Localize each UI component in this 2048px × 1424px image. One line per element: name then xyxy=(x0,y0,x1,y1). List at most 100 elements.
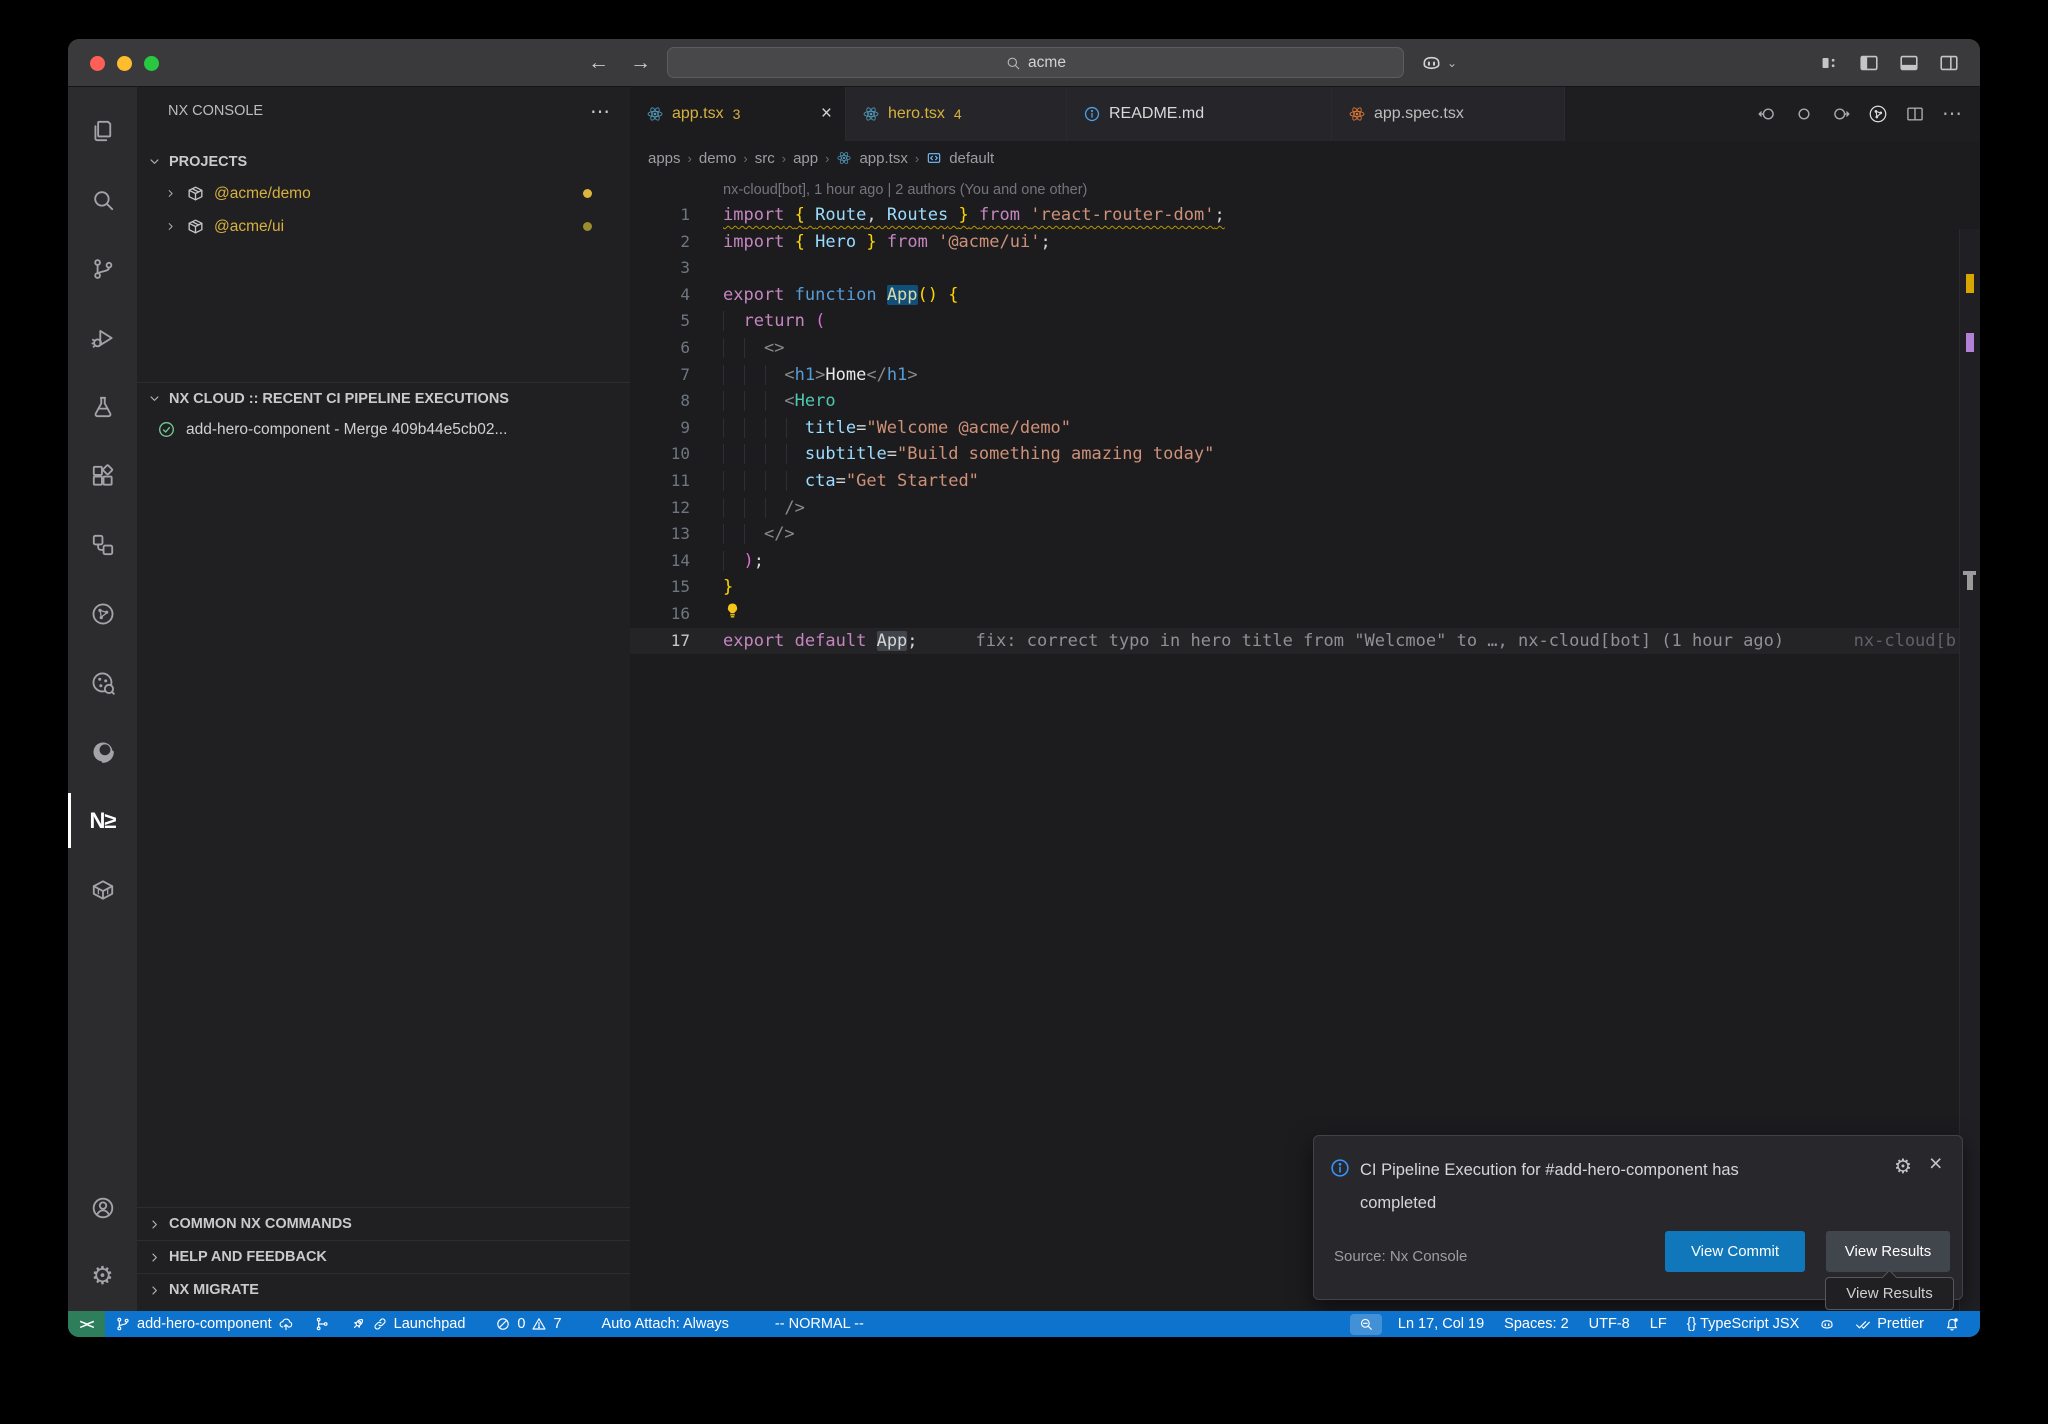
copilot-menu[interactable]: ⌄ xyxy=(1420,39,1457,86)
code-line-text: ); xyxy=(723,548,764,575)
project-item[interactable]: @acme/demo xyxy=(137,177,630,210)
code-line: 17export default App;fix: correct typo i… xyxy=(630,628,1980,655)
view-results-button[interactable]: View Results xyxy=(1826,1231,1950,1272)
nx-cloud-section-header[interactable]: NX CLOUD :: RECENT CI PIPELINE EXECUTION… xyxy=(137,383,630,414)
view-commit-button[interactable]: View Commit xyxy=(1665,1231,1805,1272)
launchpad-status[interactable]: Launchpad xyxy=(340,1311,476,1337)
code-line-text: cta="Get Started" xyxy=(723,468,979,495)
more-actions-icon[interactable]: ⋯ xyxy=(1942,104,1962,124)
problems-status[interactable]: 07 xyxy=(485,1311,571,1337)
nav-back-icon[interactable] xyxy=(1757,104,1777,124)
nav-circle-icon[interactable] xyxy=(1794,104,1814,124)
toggle-secondary-sidebar-icon[interactable] xyxy=(1938,52,1960,74)
command-center-search[interactable]: acme xyxy=(667,47,1404,78)
sidebar-section-nx-migrate[interactable]: NX MIGRATE xyxy=(137,1273,630,1306)
cursor-mark-stem xyxy=(1967,575,1973,590)
status-text: -- NORMAL -- xyxy=(775,1316,864,1332)
modified-dot xyxy=(583,222,592,231)
activity-item-nx-console[interactable]: N≥ xyxy=(68,786,137,855)
line-number: 1 xyxy=(630,202,690,229)
activity-item-edge-browser[interactable] xyxy=(68,717,137,786)
nav-forward-icon[interactable] xyxy=(1831,104,1851,124)
section-label: COMMON NX COMMANDS xyxy=(169,1216,352,1232)
activity-item-search[interactable] xyxy=(68,165,137,234)
activity-item-settings[interactable]: ⚙ xyxy=(68,1242,137,1311)
zoom-window-button[interactable] xyxy=(144,56,159,71)
activity-item-accounts[interactable] xyxy=(68,1173,137,1242)
language-mode-status[interactable]: {} TypeScript JSX xyxy=(1677,1311,1810,1337)
notification-close-icon[interactable]: × xyxy=(1929,1150,1942,1177)
toggle-panel-icon[interactable] xyxy=(1898,52,1920,74)
git-graph-status[interactable] xyxy=(304,1311,340,1337)
close-icon[interactable]: × xyxy=(818,103,835,125)
more-actions-icon[interactable]: ⋯ xyxy=(590,99,610,124)
project-references-icon xyxy=(90,532,116,558)
minimize-window-button[interactable] xyxy=(117,56,132,71)
toggle-primary-sidebar-icon[interactable] xyxy=(1858,52,1880,74)
vim-mode-status[interactable]: -- NORMAL -- xyxy=(765,1311,874,1337)
chevron-right-icon xyxy=(147,1217,162,1232)
breadcrumb-symbol[interactable]: default xyxy=(949,150,994,167)
tab-readme-md[interactable]: README.md xyxy=(1067,87,1332,141)
auto-attach-status[interactable]: Auto Attach: Always xyxy=(592,1311,739,1337)
activity-item-run-and-debug[interactable] xyxy=(68,303,137,372)
notification-toast: CI Pipeline Execution for #add-hero-comp… xyxy=(1313,1135,1963,1300)
sidebar-section-common-nx-commands[interactable]: COMMON NX COMMANDS xyxy=(137,1207,630,1240)
blame-header: nx-cloud[bot], 1 hour ago | 2 authors (Y… xyxy=(723,179,1980,202)
lightbulb-icon xyxy=(723,601,742,620)
info-icon xyxy=(1083,105,1101,123)
split-editor-icon[interactable] xyxy=(1905,104,1925,124)
activity-item-explorer[interactable] xyxy=(68,96,137,165)
history-forward-icon[interactable]: → xyxy=(630,39,651,86)
dblcheck-icon xyxy=(1855,1316,1871,1332)
sidebar-section-help-and-feedback[interactable]: HELP AND FEEDBACK xyxy=(137,1240,630,1273)
bell-icon xyxy=(1944,1316,1960,1332)
sidebar-title: NX CONSOLE xyxy=(168,103,263,119)
activity-item-testing[interactable] xyxy=(68,372,137,441)
project-label: @acme/ui xyxy=(214,218,284,236)
pipeline-execution-item[interactable]: add-hero-component - Merge 409b44e5cb02.… xyxy=(137,414,630,445)
copilot-status[interactable] xyxy=(1809,1311,1845,1337)
zoom-level-status[interactable] xyxy=(1350,1314,1382,1335)
code-line-text: /> xyxy=(723,495,805,522)
tab-app-spec-tsx[interactable]: app.spec.tsx xyxy=(1332,87,1565,141)
prettier-status[interactable]: Prettier xyxy=(1845,1311,1934,1337)
breadcrumb-item[interactable]: apps xyxy=(648,150,681,167)
project-item[interactable]: @acme/ui xyxy=(137,210,630,243)
line-number: 4 xyxy=(630,282,690,309)
warning-mark xyxy=(1966,274,1974,293)
encoding-status[interactable]: UTF-8 xyxy=(1579,1311,1640,1337)
eol-status[interactable]: LF xyxy=(1640,1311,1677,1337)
tab-app-tsx[interactable]: app.tsx3× xyxy=(630,87,846,141)
projects-section-label: PROJECTS xyxy=(169,154,247,170)
chevron-right-icon xyxy=(164,220,177,233)
indentation-status[interactable]: Spaces: 2 xyxy=(1494,1311,1579,1337)
vscode-window: ← → acme ⌄ N≥ ⚙ NX CONSOLE ⋯ PROJECTS @acm… xyxy=(68,39,1980,1337)
cursor-position-status[interactable]: Ln 17, Col 19 xyxy=(1388,1311,1494,1337)
activity-item-project-references[interactable] xyxy=(68,510,137,579)
history-back-icon[interactable]: ← xyxy=(588,39,609,86)
remote-indicator[interactable]: >< xyxy=(68,1311,105,1337)
activity-item-containers[interactable] xyxy=(68,855,137,924)
gitgraph-icon xyxy=(314,1316,330,1332)
git-branch-status[interactable]: add-hero-component xyxy=(105,1311,304,1337)
breadcrumb-item[interactable]: demo xyxy=(699,150,737,167)
run-and-debug-icon xyxy=(90,325,116,351)
activity-item-nx-project-details[interactable] xyxy=(68,648,137,717)
breadcrumb-item[interactable]: app xyxy=(793,150,818,167)
breadcrumb-item[interactable]: src xyxy=(755,150,775,167)
status-text: Launchpad xyxy=(394,1316,466,1332)
activity-item-extensions[interactable] xyxy=(68,441,137,510)
breadcrumb-file[interactable]: app.tsx xyxy=(859,150,907,167)
notification-gear-icon[interactable]: ⚙ xyxy=(1894,1154,1912,1179)
close-window-button[interactable] xyxy=(90,56,105,71)
activity-item-nx-graph[interactable] xyxy=(68,579,137,648)
activity-item-source-control[interactable] xyxy=(68,234,137,303)
projects-section-header[interactable]: PROJECTS xyxy=(137,146,630,177)
nx-run-icon[interactable] xyxy=(1868,104,1888,124)
status-text: Ln 17, Col 19 xyxy=(1398,1316,1484,1332)
customize-layout-icon[interactable] xyxy=(1818,52,1840,74)
notifications-status[interactable] xyxy=(1934,1311,1970,1337)
status-text: 7 xyxy=(553,1316,561,1332)
tab-hero-tsx[interactable]: hero.tsx4 xyxy=(846,87,1067,141)
